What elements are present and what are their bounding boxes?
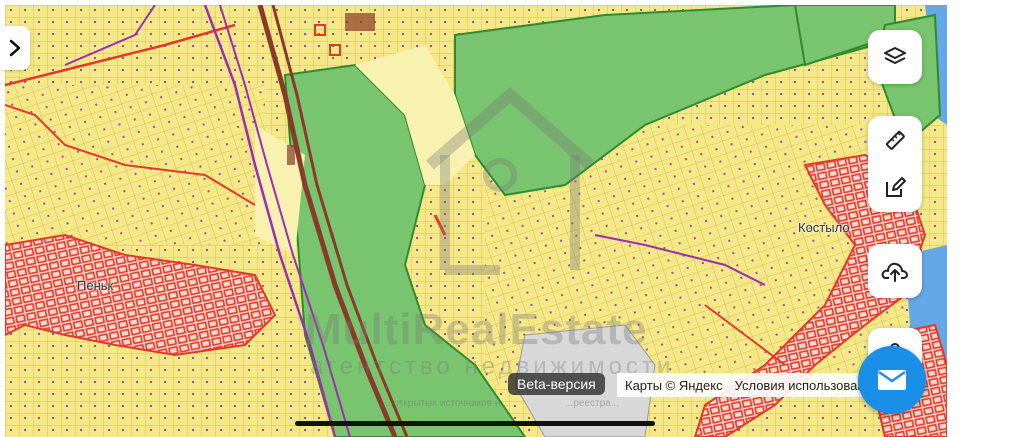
attribution-provider: Карты © Яндекс: [625, 377, 723, 393]
beta-version-label: Beta-версия: [508, 373, 605, 395]
disclaimer-fragment-1: ...открытых источников и...: [385, 398, 509, 409]
mail-button[interactable]: [858, 346, 926, 414]
cadastral-map[interactable]: MultiRealEstate агентство недвижимости П…: [5, 5, 947, 437]
mail-icon: [878, 370, 906, 390]
ruler-button[interactable]: [875, 120, 915, 160]
chevron-right-icon: [9, 39, 21, 57]
map-attribution: Карты © Яндекс Условия использования: [617, 373, 871, 397]
layers-button[interactable]: [868, 30, 922, 84]
watermark-brand: MultiRealEstate: [305, 305, 648, 354]
layers-icon: [884, 47, 906, 64]
upload-icon: [881, 262, 908, 282]
attribution-terms-link[interactable]: Условия использования: [735, 378, 871, 393]
measure-edit-group: [868, 116, 922, 212]
watermark-house-logo: [426, 87, 594, 275]
edit-button[interactable]: [875, 168, 915, 208]
place-label-penk: Пеньк: [77, 278, 114, 293]
upload-button[interactable]: [868, 244, 922, 298]
home-indicator: [295, 421, 655, 426]
disclaimer-fragment-2: ...реестра...: [565, 398, 620, 409]
expand-panel-button[interactable]: [0, 26, 30, 70]
place-label-kostylo: Костыло: [798, 220, 850, 235]
ruler-icon: [885, 130, 905, 150]
edit-icon: [886, 177, 906, 197]
